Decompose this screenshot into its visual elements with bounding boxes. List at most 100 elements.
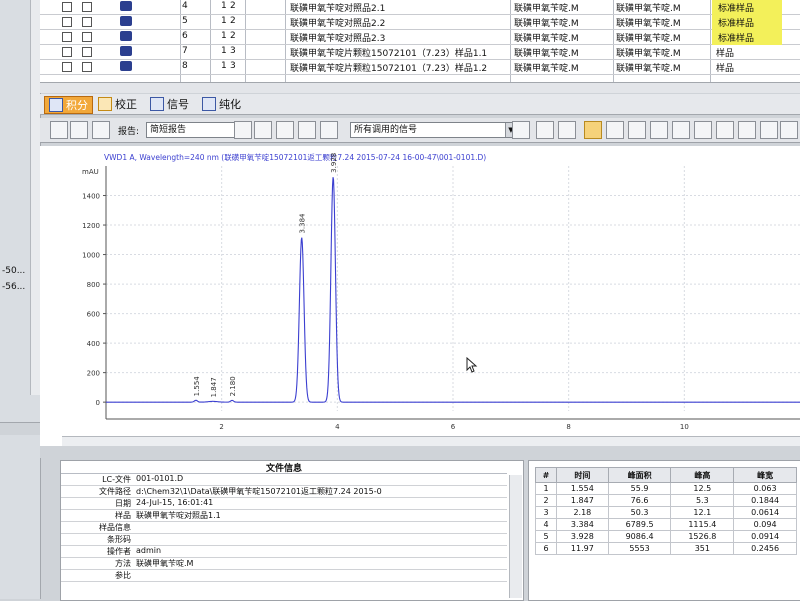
y-tick-label: 1000 [82, 252, 100, 260]
undo-manual-button[interactable] [716, 121, 734, 139]
table-row[interactable]: 5 1 2 联磺甲氧苄啶对照品2.2 联磺甲氧苄啶.M 联磺甲氧苄啶.M 标准样… [40, 15, 800, 30]
zoom-out-icon[interactable] [558, 121, 576, 139]
print-button[interactable] [298, 121, 316, 139]
tab-signal[interactable]: 信号 [146, 96, 193, 112]
left-scrollbar[interactable] [30, 0, 40, 395]
left-hscrollbar[interactable] [0, 422, 40, 435]
table-row[interactable]: 2 1.847 76.6 5.3 0.1844 [535, 494, 797, 507]
print-preview-button[interactable] [320, 121, 338, 139]
y-tick-label: 1400 [82, 193, 100, 201]
peak-label: 1.554 [193, 376, 201, 397]
zoom-in-icon[interactable] [536, 121, 554, 139]
line-number: 7 [182, 46, 188, 56]
vial-number: 1 [221, 16, 227, 26]
delete-peak-button[interactable] [694, 121, 712, 139]
table-row[interactable]: 1 1.554 55.9 12.5 0.063 [535, 482, 797, 495]
injection-number: 3 [230, 61, 236, 71]
expand-box[interactable] [62, 17, 72, 27]
sample-name: 联磺甲氧苄啶片颗粒15072101（7.23）样品1.2 [290, 64, 488, 74]
table-row[interactable]: 8 1 3 联磺甲氧苄啶片颗粒15072101（7.23）样品1.2 联磺甲氧苄… [40, 60, 800, 75]
row-checkbox[interactable] [82, 47, 92, 57]
sample-type: 标准样品 [712, 15, 782, 30]
save-events-button[interactable] [738, 121, 756, 139]
table-row[interactable]: 6 11.97 5553 351 0.2456 [535, 542, 797, 555]
line-number: 5 [182, 16, 188, 26]
table-row[interactable]: 4 3.384 6789.5 1115.4 0.094 [535, 518, 797, 531]
sample-name: 联磺甲氧苄啶对照品2.1 [290, 4, 386, 14]
copy-button[interactable] [276, 121, 294, 139]
tab-calibration[interactable]: 校正 [94, 96, 141, 112]
report-preview-button[interactable] [254, 121, 272, 139]
tab-purify[interactable]: 纯化 [198, 96, 245, 112]
info-row: 操作者 admin [61, 546, 507, 558]
chromatogram-chart[interactable]: VWD1 A, Wavelength=240 nm (联磺甲氧苄啶1507210… [40, 146, 800, 446]
vial-icon [120, 1, 132, 11]
expand-box[interactable] [62, 32, 72, 42]
sample-type: 样品 [716, 49, 735, 59]
vial-number: 1 [221, 31, 227, 41]
file-info-panel: 文件信息 LC-文件 001-0101.D 文件路径 d:\Chem32\1\Dat… [60, 460, 524, 601]
info-row: LC-文件 001-0101.D [61, 474, 507, 486]
integration-icon [49, 98, 63, 112]
table-row[interactable]: 6 1 2 联磺甲氧苄啶对照品2.3 联磺甲氧苄啶.M 联磺甲氧苄啶.M 标准样… [40, 30, 800, 45]
row-checkbox[interactable] [82, 17, 92, 27]
injection-number: 3 [230, 46, 236, 56]
method-name-2: 联磺甲氧苄啶.M [616, 49, 681, 59]
x-tick-label: 8 [566, 423, 570, 431]
table-row[interactable]: 7 1 3 联磺甲氧苄啶片颗粒15072101（7.23）样品1.1 联磺甲氧苄… [40, 45, 800, 60]
integration-events-button[interactable] [70, 121, 88, 139]
vial-icon [120, 31, 132, 41]
sample-type: 样品 [716, 64, 735, 74]
peak-tools-button[interactable] [760, 121, 778, 139]
expand-box[interactable] [62, 2, 72, 12]
edit-button[interactable] [92, 121, 110, 139]
column-header[interactable]: 峰高 [670, 467, 735, 483]
table-row[interactable]: 4 1 2 联磺甲氧苄啶对照品2.1 联磺甲氧苄啶.M 联磺甲氧苄啶.M 标准样… [40, 0, 800, 15]
injection-number: 2 [230, 16, 236, 26]
integrate-button[interactable] [50, 121, 68, 139]
method-name-2: 联磺甲氧苄啶.M [616, 19, 681, 29]
more-tools-button[interactable] [780, 121, 798, 139]
tab-integration[interactable]: 积分 [44, 96, 93, 114]
table-row[interactable]: 3 2.18 50.3 12.1 0.0614 [535, 506, 797, 519]
info-row: 文件路径 d:\Chem32\1\Data\联磺甲氧苄啶15072101返工颗粒7… [61, 486, 507, 498]
column-header[interactable]: # [535, 467, 557, 483]
manual-integration-button[interactable] [672, 121, 690, 139]
vial-icon [120, 61, 132, 71]
draw-baseline-button[interactable] [606, 121, 624, 139]
expand-box[interactable] [62, 62, 72, 72]
tangent-skim-button[interactable] [650, 121, 668, 139]
vial-number: 1 [221, 46, 227, 56]
column-header[interactable]: 时间 [555, 467, 609, 483]
table-row[interactable]: 5 3.928 9086.4 1526.8 0.0914 [535, 530, 797, 543]
info-row: 样品 联磺甲氧苄啶对照品1.1 [61, 510, 507, 522]
signal-options-button[interactable] [512, 121, 530, 139]
chart-title: VWD1 A, Wavelength=240 nm (联磺甲氧苄啶1507210… [104, 152, 486, 162]
split-peak-button[interactable] [628, 121, 646, 139]
preview-button[interactable] [234, 121, 252, 139]
line-number: 8 [182, 61, 188, 71]
peak-table: # 时间 峰面积 峰高 峰宽 1 1.554 55.9 12.5 0.063 2 1.84… [535, 467, 797, 555]
report-select[interactable]: 简短报告 [146, 122, 235, 138]
column-header[interactable]: 峰宽 [733, 467, 797, 483]
y-axis-label: mAU [82, 168, 99, 176]
expand-box[interactable] [62, 47, 72, 57]
info-scrollbar[interactable] [509, 475, 522, 598]
toolbar: 报告: 简短报告 所有调用的信号 ▼ [40, 118, 800, 143]
signal-select-value: 所有调用的信号 [354, 125, 418, 135]
row-checkbox[interactable] [82, 2, 92, 12]
splitter[interactable] [40, 446, 800, 458]
row-checkbox[interactable] [82, 32, 92, 42]
line-number: 6 [182, 31, 188, 41]
tab-label: 纯化 [219, 98, 241, 111]
chromatogram-panel[interactable]: VWD1 A, Wavelength=240 nm (联磺甲氧苄啶1507210… [40, 146, 800, 447]
signal-select[interactable]: 所有调用的信号 ▼ [350, 122, 517, 138]
y-tick-label: 400 [87, 340, 100, 348]
report-select-value: 简短报告 [150, 125, 187, 135]
pointer-tool-button[interactable] [584, 121, 602, 139]
method-name: 联磺甲氧苄啶.M [514, 64, 579, 74]
sequence-hscrollbar[interactable] [40, 82, 800, 93]
row-checkbox[interactable] [82, 62, 92, 72]
tab-label: 积分 [66, 99, 88, 112]
column-header[interactable]: 峰面积 [607, 467, 672, 483]
